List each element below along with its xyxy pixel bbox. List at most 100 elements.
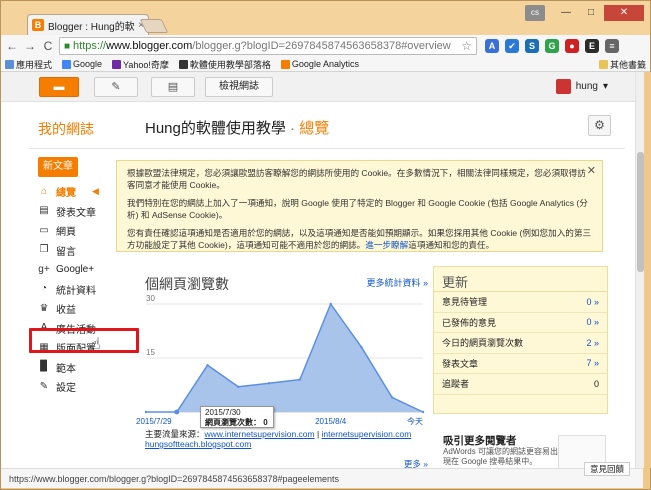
s-extension-icon[interactable]: S xyxy=(525,39,539,53)
settings-gear-button[interactable]: ⚙ xyxy=(588,115,611,136)
update-value: 0 » xyxy=(586,317,599,328)
back-button[interactable]: ← xyxy=(5,38,19,54)
source-link-2[interactable]: internetsupervision.com xyxy=(322,429,412,439)
new-post-icon-button[interactable]: ✎ xyxy=(94,77,138,97)
close-icon[interactable]: ✕ xyxy=(587,165,596,177)
bookmark-item[interactable]: 軟體使用教學部落格 xyxy=(178,58,271,71)
bookmark-star-icon[interactable]: ☆ xyxy=(461,39,472,53)
page-title: Hung的軟體使用教學 · 總覽 xyxy=(145,117,329,138)
menu-extension-icon[interactable]: ≡ xyxy=(605,39,619,53)
bookmark-label: 應用程式 xyxy=(16,59,53,70)
bookmark-list: 應用程式 Google Yahoo!奇摩 軟體使用教學部落格 Google Analyt… xyxy=(5,58,359,71)
update-row[interactable]: 已發佈的意見 0 » xyxy=(434,313,607,333)
title-separator: · xyxy=(285,120,300,137)
window-border xyxy=(644,72,651,468)
data-point[interactable] xyxy=(174,409,180,415)
bookmark-icon xyxy=(280,59,290,69)
section-title: 總覽 xyxy=(299,120,330,137)
maximize-button[interactable]: □ xyxy=(579,5,603,21)
megaphone-icon: ◀ xyxy=(92,186,99,197)
data-point[interactable] xyxy=(329,302,332,306)
update-row[interactable]: 意見待管理 0 » xyxy=(434,292,607,313)
bookmark-label: Google xyxy=(73,59,103,69)
hand-cursor-icon: ☝ xyxy=(91,336,101,353)
sources-label: 主要流量來源： xyxy=(145,429,205,439)
minimize-button[interactable]: — xyxy=(554,5,578,21)
posts-list-button[interactable]: ▤ xyxy=(151,77,195,97)
tooltip-value-line: 網頁瀏覽次數： 0 xyxy=(205,418,269,428)
bookmark-label: Yahoo!奇摩 xyxy=(123,59,169,70)
updates-title: 更新 xyxy=(434,267,607,292)
bookmark-item[interactable]: Yahoo!奇摩 xyxy=(112,58,169,71)
data-point[interactable] xyxy=(360,346,363,349)
update-row[interactable]: 追蹤者 0 xyxy=(434,374,607,395)
data-point[interactable] xyxy=(206,364,209,367)
folder-icon xyxy=(598,59,608,69)
profile-button[interactable]: cs xyxy=(525,5,545,21)
caret-down-icon: ▾ xyxy=(602,81,608,92)
google-plus-icon: g+ xyxy=(38,263,50,275)
comments-icon: ❐ xyxy=(39,244,49,256)
learn-more-link[interactable]: 進一步瞭解 xyxy=(365,240,408,250)
data-point[interactable] xyxy=(267,382,271,385)
scrollbar-thumb[interactable] xyxy=(637,152,644,272)
update-label: 今日的網頁瀏覽次數 xyxy=(442,338,524,349)
record-extension-icon[interactable]: ● xyxy=(565,39,579,53)
data-point[interactable] xyxy=(391,396,394,399)
y-tick-label: 30 xyxy=(146,294,155,303)
sidebar-item-template[interactable]: ▉ 範本 xyxy=(38,358,143,378)
bookmark-icon xyxy=(178,59,188,69)
tooltip-label: 網頁瀏覽次數： xyxy=(205,418,261,427)
update-label: 追蹤者 xyxy=(442,379,470,390)
page-scrollbar[interactable] xyxy=(635,72,644,468)
translate-extension-icon[interactable]: A xyxy=(485,39,499,53)
source-link-3[interactable]: hungsoftteach.blogspot.com xyxy=(145,439,251,449)
other-bookmarks[interactable]: 其他書籤 xyxy=(598,58,646,71)
cookie-p3-text: 您有責任確認這項通知是否適用於您的網誌，以及這項通知是否能如預期顯示。如果您採用… xyxy=(127,228,592,250)
stats-icon: ◔ xyxy=(40,283,48,295)
bookmark-item[interactable]: Google xyxy=(62,58,102,71)
header-divider xyxy=(29,148,625,149)
sidebar-item-earnings[interactable]: ♛ 收益 xyxy=(38,299,143,319)
feedback-button[interactable]: 意見回饋 xyxy=(584,462,630,476)
sidebar-item-label: 收益 xyxy=(56,305,76,317)
data-point[interactable] xyxy=(144,410,148,414)
tools-extension-icon[interactable]: ✔ xyxy=(505,39,519,53)
more-sources-link[interactable]: 更多 » xyxy=(404,458,428,468)
view-blog-button[interactable]: 檢視網誌 xyxy=(205,77,273,97)
browser-tab[interactable]: B Blogger : Hung的軟體使 × xyxy=(27,14,149,35)
user-name: hung xyxy=(575,81,598,92)
y-tick-label: 15 xyxy=(146,348,155,357)
update-value: 2 » xyxy=(586,337,599,348)
sidebar-item-label: 統計資料 xyxy=(56,285,96,297)
sidebar-item-settings[interactable]: ✎ 設定 xyxy=(38,377,143,397)
my-blogs-link[interactable]: 我的網誌 xyxy=(38,119,94,139)
new-post-button[interactable]: 新文章 xyxy=(38,157,78,177)
x-tick-label: 2015/7/29 xyxy=(136,417,172,426)
update-row[interactable]: 今日的網頁瀏覽次數 2 » xyxy=(434,333,607,354)
google-extension-icon[interactable]: G xyxy=(545,39,559,53)
sidebar-item-google-plus[interactable]: g+ Google+ xyxy=(38,260,143,280)
reload-button[interactable]: C xyxy=(41,38,55,54)
tab-title: Blogger : Hung的軟體使 xyxy=(48,21,135,33)
pageviews-chart[interactable]: 30 15 2015/7/29 2015/8/4 今天 xyxy=(136,294,433,426)
data-point[interactable] xyxy=(421,410,425,414)
more-stats-link[interactable]: 更多統計資料 » xyxy=(366,276,428,289)
forward-button[interactable]: → xyxy=(23,38,37,54)
bookmark-item[interactable]: 應用程式 xyxy=(5,58,52,71)
blog-title: Hung的軟體使用教學 xyxy=(145,120,286,137)
evernote-extension-icon[interactable]: E xyxy=(585,39,599,53)
source-link-1[interactable]: www.internetsupervision.com xyxy=(205,429,315,439)
blogger-home-button[interactable]: ▬ xyxy=(39,77,79,97)
user-menu[interactable]: hung ▾ xyxy=(555,79,608,94)
address-bar[interactable]: ■ https://www.blogger.com/blogger.g?blog… xyxy=(59,37,477,55)
close-window-button[interactable]: ✕ xyxy=(604,5,644,21)
update-row[interactable]: 發表文章 7 » xyxy=(434,354,607,374)
bookmark-label: 軟體使用教學部落格 xyxy=(189,59,271,70)
data-point[interactable] xyxy=(298,378,302,381)
bookmark-item[interactable]: Google Analytics xyxy=(280,58,359,71)
sidebar-item-stats[interactable]: ◔ 統計資料 xyxy=(38,280,143,300)
data-point[interactable] xyxy=(237,385,240,388)
bookmark-icon xyxy=(112,59,122,69)
pages-icon: ▭ xyxy=(39,224,49,236)
